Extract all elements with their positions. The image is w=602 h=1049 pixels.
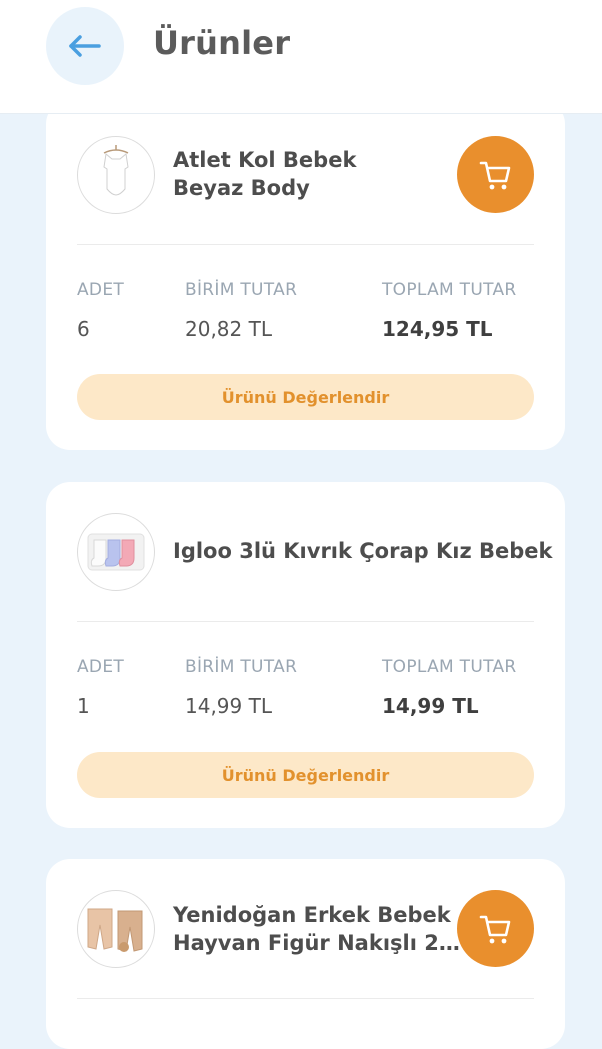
- total-price-label: TOPLAM TUTAR: [382, 280, 517, 300]
- product-name-line1: Igloo 3lü Kıvrık Çorap Kız Bebek: [173, 539, 553, 563]
- back-button[interactable]: [46, 7, 124, 85]
- product-name-line1: Atlet Kol Bebek: [173, 148, 357, 172]
- shopping-cart-icon: [479, 161, 510, 189]
- quantity-label: ADET: [77, 657, 125, 677]
- arrow-left-icon: [69, 35, 101, 57]
- add-to-cart-button[interactable]: [457, 890, 534, 967]
- product-thumbnail[interactable]: [77, 513, 155, 591]
- product-name-line1: Yenidoğan Erkek Bebek: [173, 903, 451, 927]
- baby-pants-image: [87, 908, 143, 952]
- product-card: Atlet Kol Bebek Beyaz Body ADET BİRİM TU…: [46, 100, 565, 450]
- rate-product-button[interactable]: Ürünü Değerlendir: [77, 374, 534, 420]
- product-card: Yenidoğan Erkek Bebek Hayvan Figür Nakış…: [46, 859, 565, 1049]
- quantity-value: 1: [77, 694, 90, 718]
- unit-price-value: 20,82 TL: [185, 317, 272, 341]
- total-price-label: TOPLAM TUTAR: [382, 657, 517, 677]
- product-name-line2: Hayvan Figür Nakışlı 2…: [173, 931, 460, 955]
- quantity-value: 6: [77, 317, 90, 341]
- product-thumbnail[interactable]: [77, 136, 155, 214]
- shopping-cart-icon: [479, 915, 510, 943]
- socks-image: [87, 533, 145, 571]
- quantity-label: ADET: [77, 280, 125, 300]
- total-price-value: 124,95 TL: [382, 317, 493, 341]
- header: Ürünler: [0, 0, 602, 114]
- divider: [77, 621, 534, 622]
- product-name[interactable]: Atlet Kol Bebek Beyaz Body: [173, 146, 356, 202]
- unit-price-label: BİRİM TUTAR: [185, 280, 298, 300]
- unit-price-label: BİRİM TUTAR: [185, 657, 298, 677]
- product-name-line2: Beyaz Body: [173, 176, 310, 200]
- baby-body-image: [103, 145, 129, 196]
- rate-product-button[interactable]: Ürünü Değerlendir: [77, 752, 534, 798]
- add-to-cart-button[interactable]: [457, 136, 534, 213]
- unit-price-value: 14,99 TL: [185, 694, 272, 718]
- product-thumbnail[interactable]: [77, 890, 155, 968]
- product-name[interactable]: Yenidoğan Erkek Bebek Hayvan Figür Nakış…: [173, 901, 460, 957]
- page-title: Ürünler: [153, 24, 291, 62]
- divider: [77, 244, 534, 245]
- product-card: Igloo 3lü Kıvrık Çorap Kız Bebek ADET Bİ…: [46, 482, 565, 828]
- total-price-value: 14,99 TL: [382, 694, 479, 718]
- divider: [77, 998, 534, 999]
- product-name[interactable]: Igloo 3lü Kıvrık Çorap Kız Bebek: [173, 537, 552, 565]
